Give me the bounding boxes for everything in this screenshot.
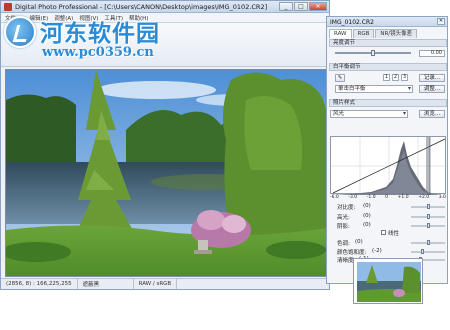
- histo-tick: -6.0: [330, 195, 339, 200]
- histo-tick: +2.0: [418, 195, 430, 200]
- brightness-value[interactable]: 0.00: [419, 50, 445, 57]
- linear-label: 线性: [388, 231, 400, 237]
- contrast-slider-thumb[interactable]: [427, 204, 430, 209]
- shadow-label: 阴影:: [337, 224, 350, 230]
- tab-raw[interactable]: RAW: [329, 29, 352, 38]
- histo-tick: +1.0: [397, 195, 409, 200]
- wb-register-button[interactable]: 记录...: [419, 74, 445, 82]
- saturation-value: (-2): [372, 248, 382, 254]
- photo-canvas[interactable]: [5, 69, 327, 277]
- contrast-label: 对比度:: [337, 205, 356, 211]
- histo-tick: 0: [385, 195, 389, 200]
- close-button[interactable]: ✕: [309, 2, 327, 11]
- tab-rgb[interactable]: RGB: [352, 29, 375, 38]
- status-bar: (2856, 8) : 166,225,255 遮蔽黑 RAW / sRGB: [1, 278, 329, 289]
- saturation-label: 颜色饱和度:: [337, 250, 367, 256]
- navigator-preview[interactable]: [353, 258, 423, 304]
- shadow-slider-thumb[interactable]: [427, 223, 430, 228]
- watermark-url: www.pc0359.cn: [42, 45, 154, 60]
- minimize-button[interactable]: _: [279, 2, 293, 11]
- watermark-title: 河东软件园: [40, 20, 160, 47]
- histo-tick: -1.0: [366, 195, 376, 200]
- hue-slider-thumb[interactable]: [427, 240, 430, 245]
- navigator-thumbnail: [354, 259, 422, 303]
- histogram[interactable]: [330, 136, 447, 195]
- maximize-button[interactable]: □: [294, 2, 308, 11]
- status-mode: 遮蔽黑: [78, 279, 134, 289]
- window-title: Digital Photo Professional - [C:\Users\C…: [15, 3, 268, 11]
- landscape-photo: [6, 70, 326, 276]
- brightness-slider-thumb[interactable]: [371, 50, 375, 56]
- tool-palette-title: IMG_0102.CR2: [330, 18, 374, 26]
- tool-palette: IMG_0102.CR2 ✕ RAW RGB NR/镜头像差 亮度调节 0.00…: [326, 16, 448, 284]
- eyedropper-icon[interactable]: ✎: [335, 74, 345, 82]
- tab-nr-lens[interactable]: NR/镜头像差: [375, 29, 418, 38]
- shadow-value: (0): [363, 222, 371, 228]
- histo-tick: -3.0: [348, 195, 358, 200]
- highlight-label: 高光:: [337, 215, 350, 221]
- main-titlebar: Digital Photo Professional - [C:\Users\C…: [1, 1, 329, 13]
- tool-palette-titlebar: IMG_0102.CR2 ✕: [327, 17, 447, 27]
- status-coords: (2856, 8) : 166,225,255: [1, 279, 78, 289]
- saturation-slider-thumb[interactable]: [421, 249, 424, 254]
- picture-style-header: 照片样式: [329, 99, 447, 107]
- tool-palette-close-button[interactable]: ✕: [437, 18, 445, 25]
- highlight-slider-thumb[interactable]: [427, 214, 430, 219]
- linear-checkbox[interactable]: [381, 230, 386, 235]
- histogram-tick-labels: -6.0 -3.0 -1.0 0 +1.0 +2.0 3.0: [330, 195, 446, 201]
- app-icon: [4, 3, 12, 11]
- picture-style-select[interactable]: 风光: [330, 110, 408, 118]
- wb-adjust-button[interactable]: 调整...: [419, 85, 445, 93]
- tool-palette-tabs: RAW RGB NR/镜头像差: [329, 29, 418, 38]
- highlight-value: (0): [363, 213, 371, 219]
- histo-tick: 3.0: [438, 195, 446, 200]
- saturation-slider[interactable]: [411, 251, 445, 253]
- white-balance-header: 白平衡调节: [329, 63, 447, 71]
- watermark-logo-icon: [4, 16, 36, 48]
- wb-preset-1[interactable]: 1: [383, 74, 390, 81]
- picture-style-browse-button[interactable]: 浏览...: [419, 110, 445, 118]
- histogram-graph: [331, 137, 447, 195]
- status-profile: RAW / sRGB: [134, 279, 178, 289]
- wb-preset-3[interactable]: 3: [401, 74, 408, 81]
- wb-preset-2[interactable]: 2: [392, 74, 399, 81]
- wb-mode-select[interactable]: 单击白平衡: [335, 85, 413, 93]
- contrast-value: (0): [363, 203, 371, 209]
- hue-value: (0): [355, 239, 363, 245]
- hue-label: 色调:: [337, 241, 350, 247]
- brightness-header: 亮度调节: [329, 39, 447, 47]
